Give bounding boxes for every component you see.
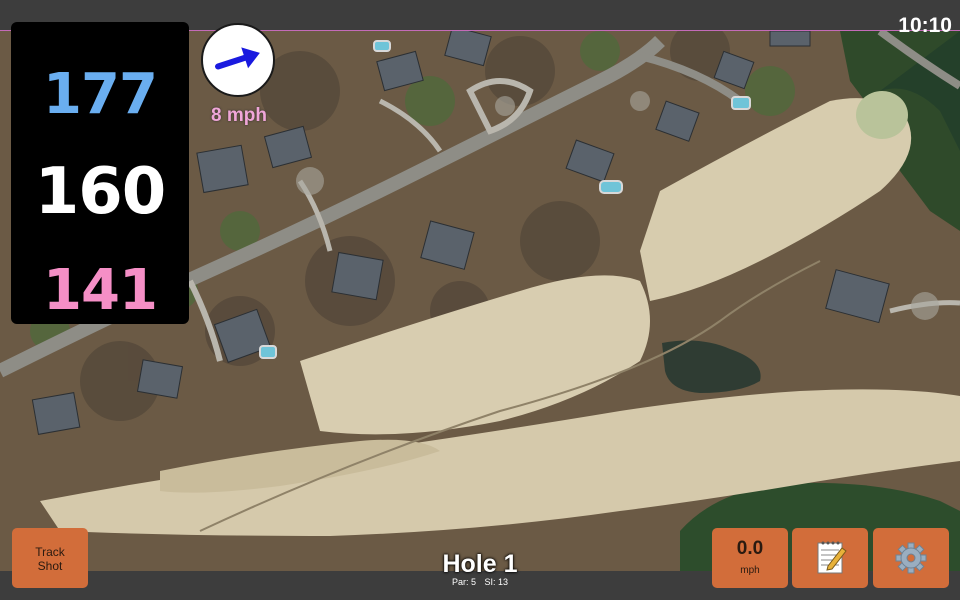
- middle-distance: 160: [34, 155, 167, 229]
- speed-unit: mph: [740, 565, 760, 576]
- hole-title: Hole 1: [442, 550, 518, 578]
- track-shot-label-line2: Shot: [37, 559, 63, 573]
- track-shot-label-line1: Track: [35, 545, 65, 559]
- notepad-icon: [817, 541, 847, 574]
- speed-value: 0.0: [736, 538, 764, 559]
- wind-indicator: [201, 23, 275, 97]
- hole-si: SI: 13: [484, 577, 509, 587]
- speed-button[interactable]: 0.0 mph: [712, 528, 788, 588]
- arrow-right-icon: [215, 47, 260, 70]
- gear-icon: [895, 542, 927, 574]
- distance-panel[interactable]: 177 160 141: [11, 22, 189, 324]
- settings-button[interactable]: [873, 528, 949, 588]
- back-distance: 177: [43, 62, 158, 127]
- notes-button[interactable]: [792, 528, 868, 588]
- track-shot-button[interactable]: Track Shot: [12, 528, 88, 588]
- hole-par: Par: 5: [451, 577, 476, 587]
- wind-speed: 8 mph: [211, 105, 267, 126]
- clock: 10:10: [898, 14, 952, 37]
- golf-gps-screen: 10:10 177 160 141 8 mph Track Shot Hole …: [0, 0, 960, 600]
- hole-meta: Par: 5 SI: 13: [380, 577, 580, 587]
- front-distance: 141: [43, 258, 158, 323]
